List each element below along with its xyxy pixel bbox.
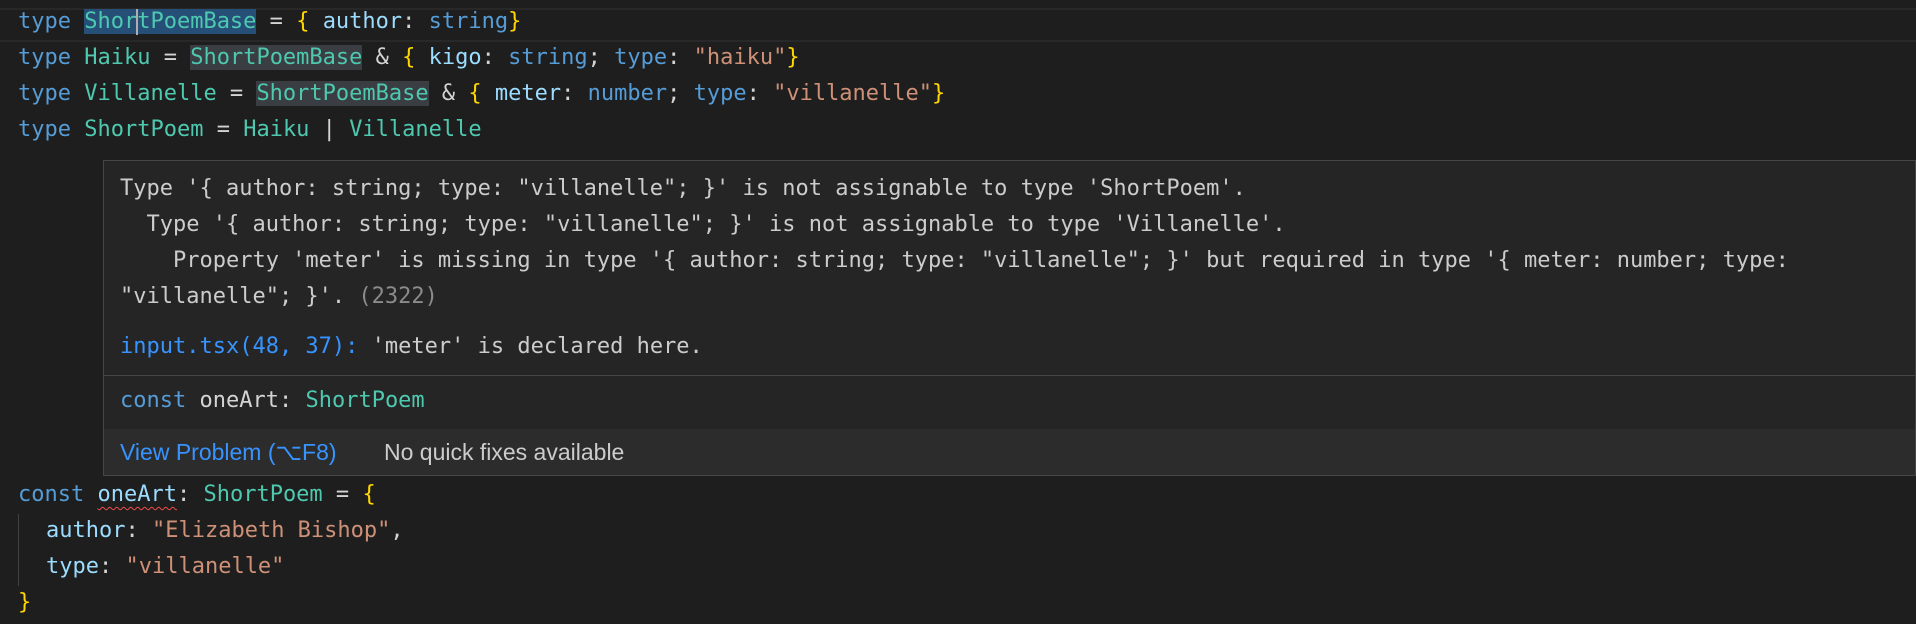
- code-line-8[interactable]: }: [18, 585, 31, 621]
- punctuation: :: [667, 45, 694, 70]
- keyword: const: [120, 388, 187, 413]
- type-name: Villanelle: [84, 81, 217, 106]
- related-message: 'meter' is declared here.: [371, 334, 703, 359]
- code-line-3[interactable]: type Villanelle = ShortPoemBase & { mete…: [18, 76, 945, 112]
- error-code: (2322): [358, 284, 438, 309]
- operator: |: [309, 117, 350, 142]
- code-line-2[interactable]: type Haiku = ShortPoemBase & { kigo: str…: [18, 40, 800, 76]
- bracket: }: [786, 45, 800, 70]
- bracket: {: [468, 81, 482, 106]
- string-literal: "villanelle": [773, 81, 933, 106]
- type-reference: ShortPoem: [203, 482, 323, 507]
- property-type: string: [508, 45, 588, 70]
- property: type: [46, 554, 99, 579]
- string-literal: "Elizabeth Bishop": [151, 518, 391, 543]
- property: author: [46, 518, 126, 543]
- code-line-7[interactable]: type: "villanelle": [46, 549, 284, 585]
- type-name-highlighted[interactable]: ShortPoemBase: [84, 9, 257, 35]
- punctuation: :: [746, 81, 774, 106]
- code-editor[interactable]: type ShortPoemBase = { author: string} t…: [0, 0, 1916, 624]
- bracket: {: [296, 9, 310, 34]
- punctuation: :: [125, 518, 152, 543]
- keyword: type: [18, 81, 71, 106]
- property: kigo: [428, 45, 482, 70]
- variable-with-error[interactable]: oneArt: [97, 482, 176, 507]
- punctuation: :: [481, 45, 509, 70]
- variable-name: oneArt: [199, 388, 279, 413]
- type-reference: Villanelle: [349, 117, 482, 142]
- operator: &: [362, 45, 403, 70]
- string-literal: "haiku": [693, 45, 787, 70]
- bracket: {: [402, 45, 416, 70]
- type-reference-highlighted[interactable]: ShortPoemBase: [190, 45, 363, 70]
- operator: &: [428, 81, 469, 106]
- related-information: input.tsx(48, 37): 'meter' is declared h…: [120, 329, 703, 365]
- error-message-line-text: "villanelle"; }'.: [120, 284, 346, 309]
- view-problem-link[interactable]: View Problem (⌥F8): [120, 429, 337, 475]
- type-info: const oneArt: ShortPoem: [120, 383, 425, 419]
- hover-status-bar: View Problem (⌥F8) No quick fixes availa…: [104, 429, 1915, 475]
- punctuation: :: [98, 554, 126, 579]
- property: author: [322, 9, 403, 34]
- operator: =: [203, 117, 244, 142]
- code-line-4[interactable]: type ShortPoem = Haiku | Villanelle: [18, 112, 482, 148]
- type-name-part: tPoemBase: [137, 9, 257, 34]
- string-literal: "villanelle": [125, 554, 285, 579]
- code-line-6[interactable]: author: "Elizabeth Bishop",: [46, 513, 404, 549]
- error-message: Type '{ author: string; type: "villanell…: [120, 171, 1899, 315]
- punctuation: :: [561, 81, 588, 106]
- type-name: ShortPoem: [84, 117, 204, 142]
- keyword: type: [18, 9, 71, 34]
- punctuation: :: [278, 388, 306, 413]
- quick-fix-status: No quick fixes available: [384, 439, 625, 465]
- keyword: type: [18, 117, 71, 142]
- related-location-link[interactable]: input.tsx(48, 37):: [120, 334, 358, 359]
- property-type: string: [428, 9, 509, 34]
- operator: =: [256, 9, 297, 34]
- punctuation: ;: [587, 45, 615, 70]
- operator: =: [322, 482, 363, 507]
- property-type: number: [587, 81, 668, 106]
- property: type: [693, 81, 747, 106]
- bracket: }: [932, 81, 946, 106]
- keyword: type: [18, 45, 71, 70]
- hover-divider: [104, 375, 1915, 376]
- code-line-5[interactable]: const oneArt: ShortPoem = {: [18, 477, 376, 513]
- property: type: [614, 45, 668, 70]
- type-name-part: Shor: [84, 9, 138, 34]
- type-name: Haiku: [84, 45, 151, 70]
- keyword: const: [18, 482, 85, 507]
- error-message-line: "villanelle"; }'. (2322): [120, 279, 1899, 315]
- operator: =: [150, 45, 191, 70]
- punctuation: ;: [667, 81, 694, 106]
- bracket: }: [18, 590, 32, 615]
- punctuation: :: [176, 482, 204, 507]
- error-hover-widget[interactable]: Type '{ author: string; type: "villanell…: [103, 160, 1916, 476]
- type-reference: ShortPoem: [305, 388, 425, 413]
- punctuation: :: [402, 9, 429, 34]
- code-line-1[interactable]: type ShortPoemBase = { author: string}: [18, 4, 521, 40]
- indent-guide: [18, 514, 19, 586]
- type-reference: Haiku: [243, 117, 310, 142]
- type-reference-highlighted[interactable]: ShortPoemBase: [256, 81, 429, 106]
- error-message-line: Type '{ author: string; type: "villanell…: [120, 212, 1286, 237]
- error-message-line: Type '{ author: string; type: "villanell…: [120, 176, 1246, 201]
- bracket: {: [362, 482, 376, 507]
- property: meter: [494, 81, 562, 106]
- punctuation: ,: [390, 518, 404, 543]
- error-message-line: Property 'meter' is missing in type '{ a…: [120, 248, 1789, 273]
- operator: =: [216, 81, 257, 106]
- bracket: }: [508, 9, 522, 34]
